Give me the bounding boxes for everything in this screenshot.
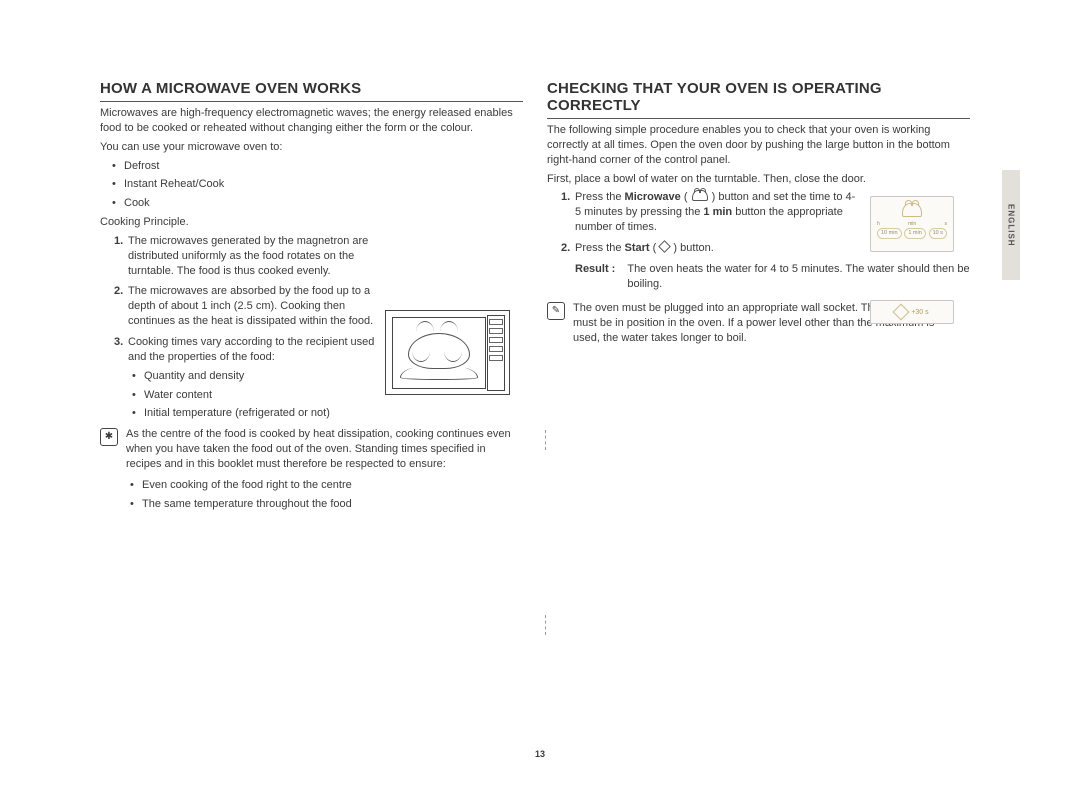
step-item: 1. Press the Microwave ( ) button and se…: [561, 190, 861, 235]
uses-lead: You can use your microwave oven to:: [100, 140, 523, 155]
note-text-left: As the centre of the food is cooked by h…: [126, 428, 511, 470]
heading-rule: [100, 101, 523, 102]
use-item: Instant Reheat/Cook: [124, 177, 523, 192]
step-item: 3.Cooking times vary according to the re…: [114, 335, 390, 421]
control-panel-start: +30 s: [870, 300, 954, 324]
step3-bullet: Water content: [144, 388, 390, 403]
step2-part: (: [650, 242, 660, 254]
panel-label: min: [908, 221, 916, 227]
check-steps: 1. Press the Microwave ( ) button and se…: [547, 190, 861, 255]
step2-part: Press the: [575, 242, 625, 254]
note-icon: ✱: [100, 428, 118, 446]
step-text: The microwaves generated by the magnetro…: [128, 235, 368, 277]
step2-part: ) button.: [670, 242, 713, 254]
step1-part: Press the: [575, 191, 625, 203]
result-label: Result :: [575, 262, 615, 292]
heading-left: HOW A MICROWAVE OVEN WORKS: [100, 80, 523, 97]
result-text: The oven heats the water for 4 to 5 minu…: [627, 262, 970, 292]
step1-microwave: Microwave: [625, 191, 681, 203]
note-bullet: The same temperature throughout the food: [142, 497, 523, 512]
principle-label: Cooking Principle.: [100, 215, 523, 230]
note-icon: ✎: [547, 302, 565, 320]
step1-part: (: [681, 191, 691, 203]
use-item: Defrost: [124, 159, 523, 174]
control-panel-microwave: h min s 10 min 1 min 10 s: [870, 196, 954, 252]
intro-right-2: First, place a bowl of water on the turn…: [547, 172, 970, 187]
step3-bullet: Initial temperature (refrigerated or not…: [144, 406, 390, 421]
panel-button-10min: 10 min: [877, 228, 902, 239]
oven-diagram: [385, 310, 510, 395]
note-bullet: Even cooking of the food right to the ce…: [142, 478, 523, 493]
panel-button-10s: 10 s: [929, 228, 947, 239]
column-separator-mark: [545, 430, 546, 450]
page-number: 13: [0, 749, 1080, 759]
intro-left: Microwaves are high-frequency electromag…: [100, 106, 523, 136]
microwave-icon: [902, 203, 922, 217]
result-row: Result : The oven heats the water for 4 …: [575, 262, 970, 292]
step-item: 2.The microwaves are absorbed by the foo…: [114, 284, 390, 329]
principle-steps: 1.The microwaves generated by the magnet…: [100, 234, 390, 421]
step-item: 1.The microwaves generated by the magnet…: [114, 234, 390, 279]
start-icon: [893, 304, 910, 321]
intro-right-1: The following simple procedure enables y…: [547, 123, 970, 168]
heading-right: CHECKING THAT YOUR OVEN IS OPERATING COR…: [547, 80, 970, 114]
step-item: 2. Press the Start ( ) button.: [561, 241, 861, 256]
use-item: Cook: [124, 196, 523, 211]
note-block-left: ✱ As the centre of the food is cooked by…: [100, 427, 523, 515]
section-how-works: HOW A MICROWAVE OVEN WORKS Microwaves ar…: [100, 80, 523, 519]
column-separator-mark: [545, 615, 546, 635]
step2-start: Start: [625, 242, 650, 254]
heading-rule: [547, 118, 970, 119]
step1-1min: 1 min: [703, 206, 732, 218]
panel-button-1min: 1 min: [904, 228, 925, 239]
panel-label: h: [877, 221, 880, 227]
panel-label: s: [945, 221, 948, 227]
start-label: +30 s: [911, 309, 928, 316]
step3-bullet: Quantity and density: [144, 369, 390, 384]
language-tab: ENGLISH: [1002, 170, 1020, 280]
uses-list: Defrost Instant Reheat/Cook Cook: [100, 159, 523, 212]
microwave-icon: [692, 190, 708, 201]
step-text: Cooking times vary according to the reci…: [128, 336, 374, 363]
step-text: The microwaves are absorbed by the food …: [128, 285, 373, 327]
